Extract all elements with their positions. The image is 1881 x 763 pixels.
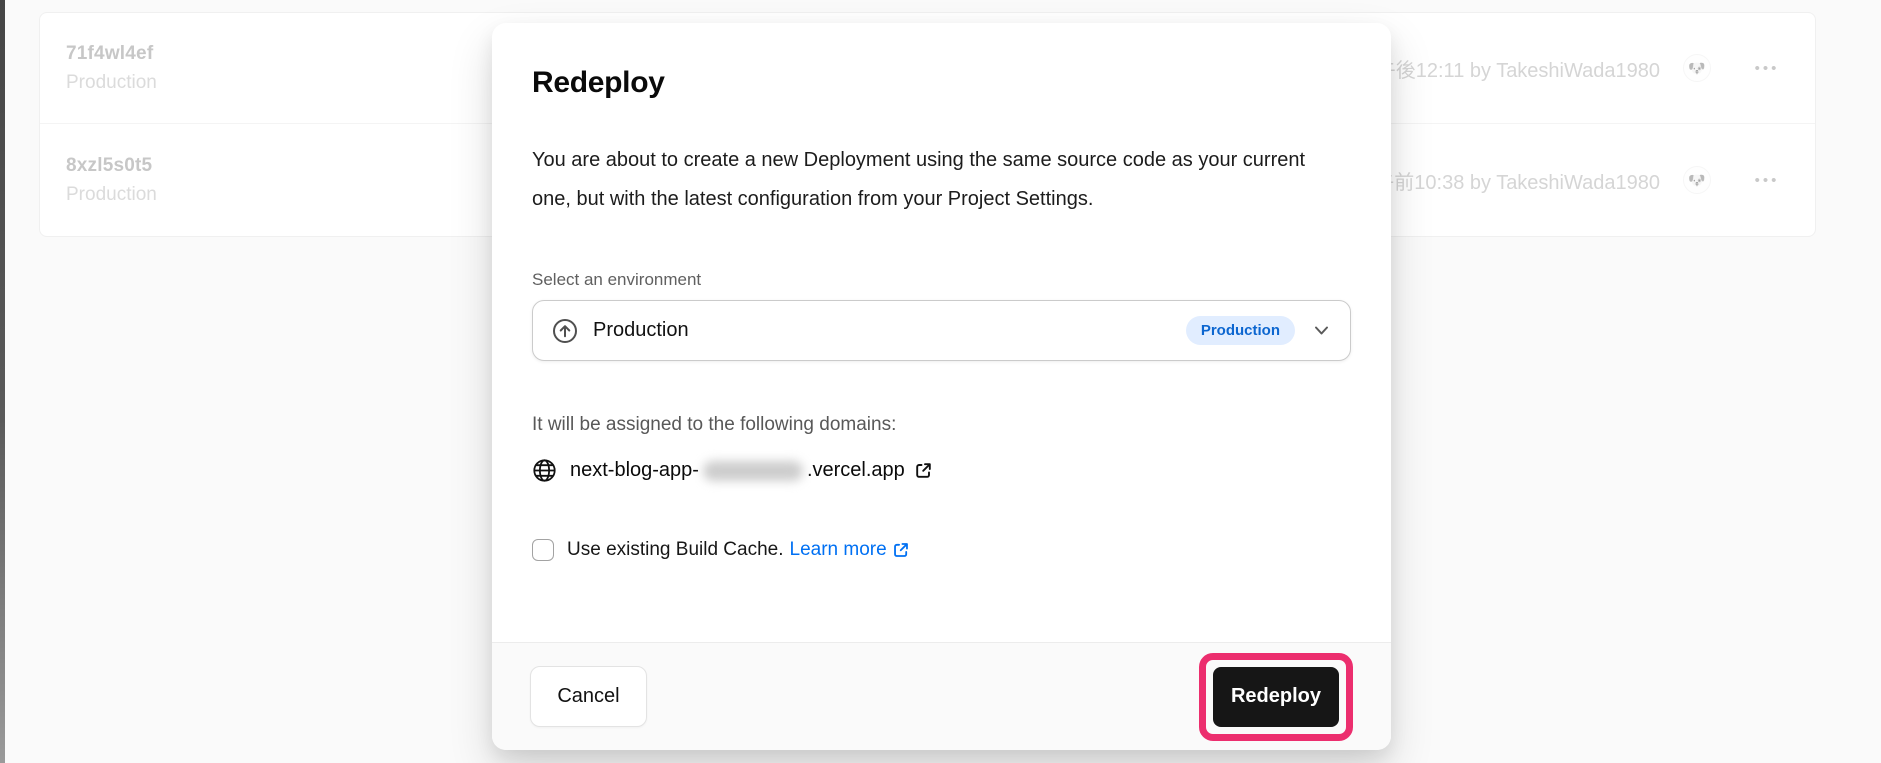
- modal-footer: Cancel Redeploy: [492, 642, 1391, 750]
- chevron-down-icon: [1312, 321, 1331, 340]
- deployment-timestamp: 午前10:38 by TakeshiWada1980: [1374, 166, 1660, 195]
- build-cache-label: Use existing Build Cache.: [567, 539, 784, 561]
- deployment-timestamp: 午後12:11 by TakeshiWada1980: [1376, 54, 1660, 83]
- domain-redacted-blur: [703, 461, 803, 481]
- row-menu-icon[interactable]: •••: [1749, 172, 1785, 189]
- deployment-meta: 午前10:38 by TakeshiWada1980 🐶 •••: [1374, 166, 1785, 195]
- external-link-icon: [892, 541, 910, 559]
- redeploy-modal: Redeploy You are about to create a new D…: [492, 23, 1391, 750]
- domains-heading: It will be assigned to the following dom…: [532, 414, 1351, 436]
- avatar[interactable]: 🐶: [1683, 166, 1711, 194]
- external-link-icon[interactable]: [914, 461, 933, 480]
- learn-more-link[interactable]: Learn more: [790, 539, 910, 561]
- learn-more-label: Learn more: [790, 539, 887, 561]
- globe-icon: [532, 458, 557, 483]
- window-edge: [0, 0, 5, 763]
- deployment-meta: 午後12:11 by TakeshiWada1980 🐶 •••: [1376, 54, 1785, 83]
- modal-title: Redeploy: [532, 67, 1351, 99]
- domain-link[interactable]: next-blog-app- .vercel.app: [570, 459, 905, 482]
- arrow-up-circle-icon: [552, 318, 578, 344]
- deployment-environment: Production: [66, 184, 157, 206]
- environment-select[interactable]: Production Production: [532, 300, 1351, 361]
- environment-selected-value: Production: [593, 319, 689, 342]
- deployment-info: 8xzl5s0t5 Production: [66, 155, 157, 206]
- cancel-button[interactable]: Cancel: [530, 666, 647, 727]
- environment-select-label: Select an environment: [532, 270, 1351, 290]
- domain-prefix: next-blog-app-: [570, 459, 699, 482]
- deployment-id: 8xzl5s0t5: [66, 155, 157, 177]
- redeploy-button[interactable]: Redeploy: [1213, 667, 1339, 727]
- deployment-info: 71f4wl4ef Production: [66, 43, 157, 94]
- deployment-id: 71f4wl4ef: [66, 43, 157, 65]
- domain-row: next-blog-app- .vercel.app: [532, 458, 1351, 483]
- row-menu-icon[interactable]: •••: [1749, 60, 1785, 77]
- avatar[interactable]: 🐶: [1683, 54, 1711, 82]
- build-cache-row: Use existing Build Cache. Learn more: [532, 539, 1351, 561]
- environment-badge: Production: [1186, 316, 1295, 345]
- modal-description: You are about to create a new Deployment…: [532, 141, 1338, 219]
- build-cache-checkbox[interactable]: [532, 539, 554, 561]
- deployment-environment: Production: [66, 72, 157, 94]
- domain-suffix: .vercel.app: [807, 459, 905, 482]
